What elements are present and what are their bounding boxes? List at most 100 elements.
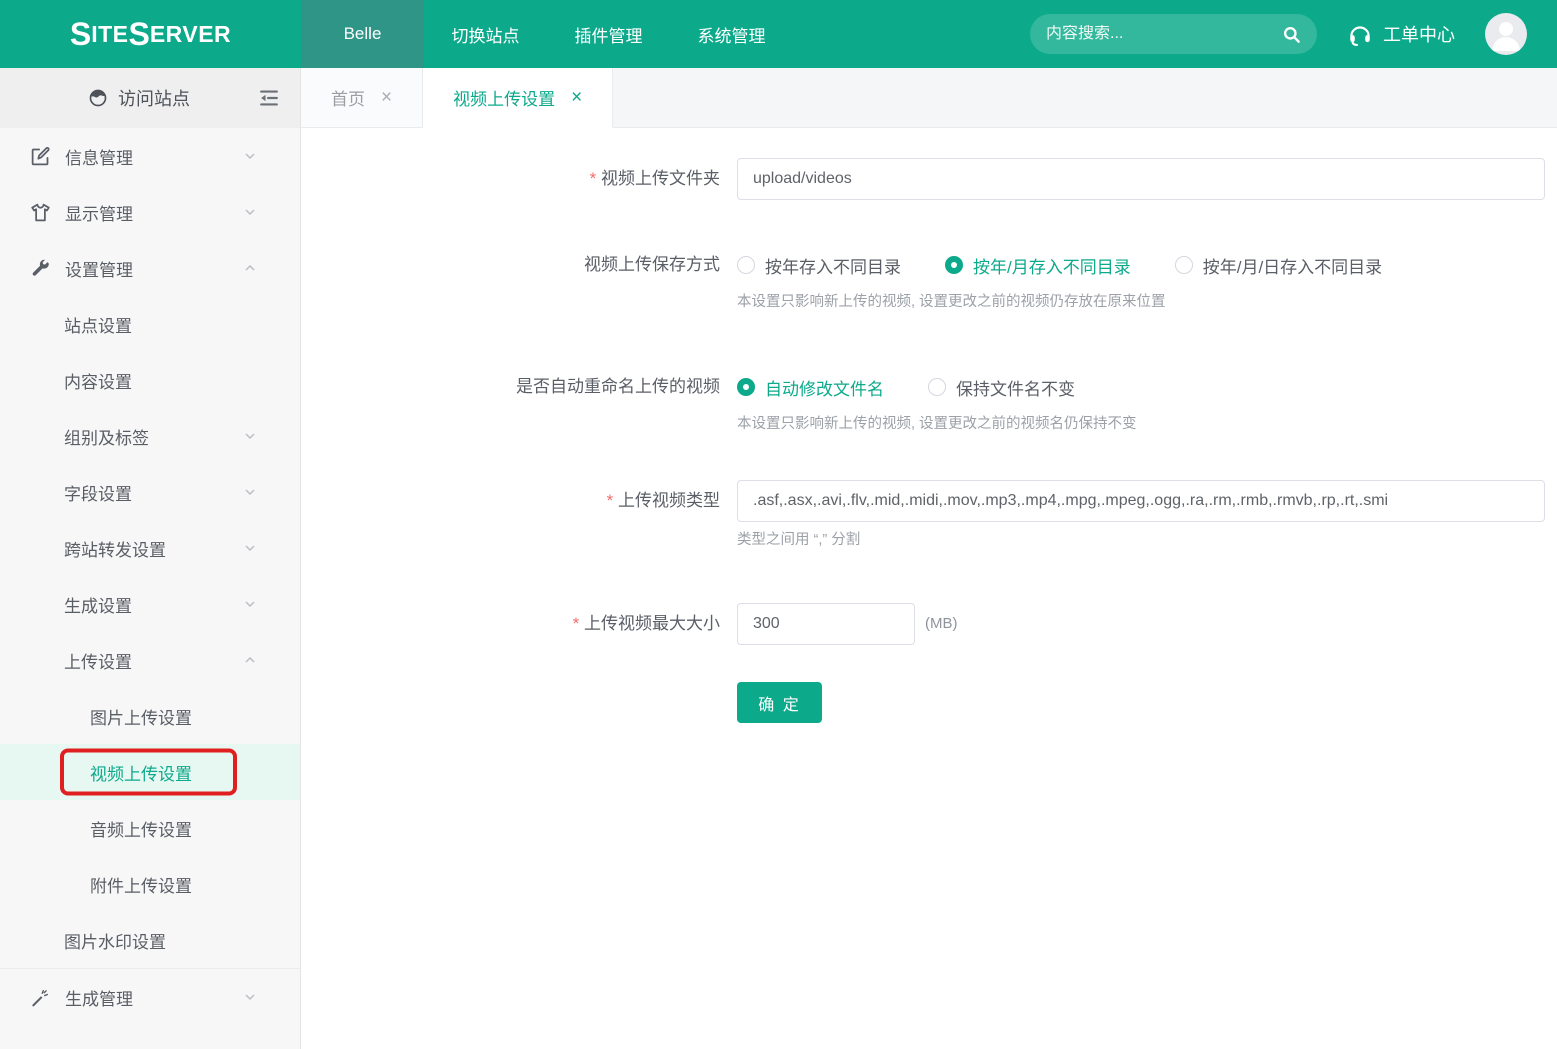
visit-site-label: 访问站点 — [118, 85, 190, 111]
radio-auto-rename[interactable]: 自动修改文件名 — [737, 375, 884, 400]
edit-icon — [30, 146, 51, 167]
radio-keep-filename[interactable]: 保持文件名不变 — [928, 375, 1075, 400]
sidebar-item-attachment-upload-settings[interactable]: 附件上传设置 — [0, 856, 300, 912]
ticket-center-label: 工单中心 — [1383, 21, 1455, 47]
nav-item-switch-site[interactable]: 切换站点 — [424, 0, 547, 68]
close-icon[interactable]: × — [381, 88, 392, 107]
sidebar-item-generate-settings[interactable]: 生成设置 — [0, 576, 300, 632]
sidebar-item-label: 设置管理 — [65, 256, 133, 281]
confirm-button[interactable]: 确 定 — [737, 682, 822, 723]
radio-circle-checked[interactable] — [945, 256, 963, 274]
radio-save-by-year-month[interactable]: 按年/月存入不同目录 — [945, 253, 1131, 278]
video-upload-folder-input[interactable] — [737, 158, 1545, 200]
sidebar-header: 访问站点 — [0, 68, 300, 128]
sidebar-item-display-manage[interactable]: 显示管理 — [0, 184, 300, 240]
globe-icon — [88, 88, 108, 108]
sidebar-item-label: 上传设置 — [64, 648, 132, 673]
sidebar: 访问站点 — [0, 68, 301, 1049]
sidebar-item-settings-manage[interactable]: 设置管理 — [0, 240, 300, 296]
sidebar-item-site-settings[interactable]: 站点设置 — [0, 296, 300, 352]
chevron-down-icon — [242, 148, 258, 164]
sidebar-item-label: 内容设置 — [64, 368, 132, 393]
form-row-save-mode: 视频上传保存方式 按年存入不同目录 按年/月存入不同目录 — [301, 244, 1557, 312]
radio-circle[interactable] — [1175, 256, 1193, 274]
chevron-up-icon — [242, 652, 258, 668]
sidebar-item-label: 显示管理 — [65, 200, 133, 225]
sidebar-item-label: 附件上传设置 — [90, 872, 192, 897]
headset-icon — [1347, 21, 1373, 47]
form-row-max-size: 上传视频最大大小 (MB) — [301, 603, 1557, 645]
rename-hint: 本设置只影响新上传的视频, 设置更改之前的视频名仍保持不变 — [737, 414, 1137, 434]
sidebar-item-generate-manage[interactable]: 生成管理 — [0, 969, 300, 1025]
menu-fold-icon[interactable] — [258, 87, 280, 109]
chevron-down-icon — [242, 204, 258, 220]
sidebar-item-label: 字段设置 — [64, 480, 132, 505]
sidebar-item-audio-upload-settings[interactable]: 音频上传设置 — [0, 800, 300, 856]
sidebar-item-content-settings[interactable]: 内容设置 — [0, 352, 300, 408]
chevron-down-icon — [242, 596, 258, 612]
radio-label: 保持文件名不变 — [956, 375, 1075, 400]
wrench-icon — [30, 258, 51, 279]
max-size-input[interactable] — [737, 603, 915, 645]
chevron-down-icon — [242, 428, 258, 444]
sidebar-item-video-upload-settings[interactable]: 视频上传设置 — [0, 744, 300, 800]
content-search-box[interactable] — [1030, 14, 1317, 54]
chevron-up-icon — [242, 260, 258, 276]
radio-circle-checked[interactable] — [737, 378, 755, 396]
chevron-down-icon — [242, 989, 258, 1005]
sidebar-item-field-settings[interactable]: 字段设置 — [0, 464, 300, 520]
main-panel: 首页 × 视频上传设置 × 视频上传文件夹 视频上传 — [301, 68, 1557, 1049]
radio-circle[interactable] — [928, 378, 946, 396]
field-label: 上传视频最大大小 — [301, 603, 720, 645]
field-label: 视频上传文件夹 — [301, 158, 720, 200]
save-mode-hint: 本设置只影响新上传的视频, 设置更改之前的视频仍存放在原来位置 — [737, 292, 1382, 312]
radio-save-by-year-month-day[interactable]: 按年/月/日存入不同目录 — [1175, 253, 1382, 278]
sidebar-item-info-manage[interactable]: 信息管理 — [0, 128, 300, 184]
ticket-center-link[interactable]: 工单中心 — [1347, 21, 1455, 47]
sidebar-item-label: 信息管理 — [65, 144, 133, 169]
nav-item-site[interactable]: Belle — [301, 0, 424, 68]
form-actions: 确 定 — [737, 682, 1557, 723]
visit-site-link[interactable]: 访问站点 — [88, 85, 190, 111]
avatar[interactable] — [1485, 13, 1527, 55]
sidebar-item-image-watermark-settings[interactable]: 图片水印设置 — [0, 912, 300, 968]
sidebar-item-upload-settings[interactable]: 上传设置 — [0, 632, 300, 688]
radio-save-by-year[interactable]: 按年存入不同目录 — [737, 253, 901, 278]
search-icon[interactable] — [1282, 25, 1301, 44]
sidebar-item-cross-site-forward[interactable]: 跨站转发设置 — [0, 520, 300, 576]
sidebar-item-groups-tags[interactable]: 组别及标签 — [0, 408, 300, 464]
topbar-right: 工单中心 — [1030, 0, 1557, 68]
types-hint: 类型之间用 “,” 分割 — [737, 530, 1545, 550]
field-label: 上传视频类型 — [301, 480, 720, 522]
chevron-down-icon — [242, 540, 258, 556]
search-input[interactable] — [1046, 25, 1282, 43]
app-window: SITESERVER Belle 切换站点 插件管理 系统管理 — [0, 0, 1557, 1049]
sidebar-item-label: 组别及标签 — [64, 424, 149, 449]
form-row-auto-rename: 是否自动重命名上传的视频 自动修改文件名 保持文件名不变 — [301, 366, 1557, 434]
tab-video-upload-settings[interactable]: 视频上传设置 × — [423, 68, 613, 128]
size-unit-label: (MB) — [925, 603, 958, 645]
settings-form: 视频上传文件夹 视频上传保存方式 按年存入不同目录 — [301, 128, 1557, 1049]
sidebar-item-label: 图片上传设置 — [90, 704, 192, 729]
chevron-down-icon — [242, 484, 258, 500]
nav-item-plugin-manage[interactable]: 插件管理 — [547, 0, 670, 68]
field-label: 是否自动重命名上传的视频 — [301, 366, 720, 408]
sidebar-menu: 信息管理 显示管理 — [0, 128, 300, 1049]
sidebar-item-label: 跨站转发设置 — [64, 536, 166, 561]
sidebar-item-image-upload-settings[interactable]: 图片上传设置 — [0, 688, 300, 744]
tab-label: 首页 — [331, 85, 365, 110]
nav-item-system-manage[interactable]: 系统管理 — [670, 0, 793, 68]
magic-wand-icon — [30, 987, 51, 1008]
sidebar-item-label: 生成管理 — [65, 985, 133, 1010]
top-nav: Belle 切换站点 插件管理 系统管理 — [301, 0, 793, 68]
tab-label: 视频上传设置 — [453, 85, 555, 110]
close-icon[interactable]: × — [571, 88, 582, 107]
radio-label: 按年存入不同目录 — [765, 253, 901, 278]
tab-home[interactable]: 首页 × — [301, 68, 423, 127]
form-row-video-upload-folder: 视频上传文件夹 — [301, 158, 1557, 200]
sidebar-item-label: 站点设置 — [64, 312, 132, 337]
radio-label: 自动修改文件名 — [765, 375, 884, 400]
radio-label: 按年/月/日存入不同目录 — [1203, 253, 1382, 278]
radio-circle[interactable] — [737, 256, 755, 274]
video-types-input[interactable] — [737, 480, 1545, 522]
